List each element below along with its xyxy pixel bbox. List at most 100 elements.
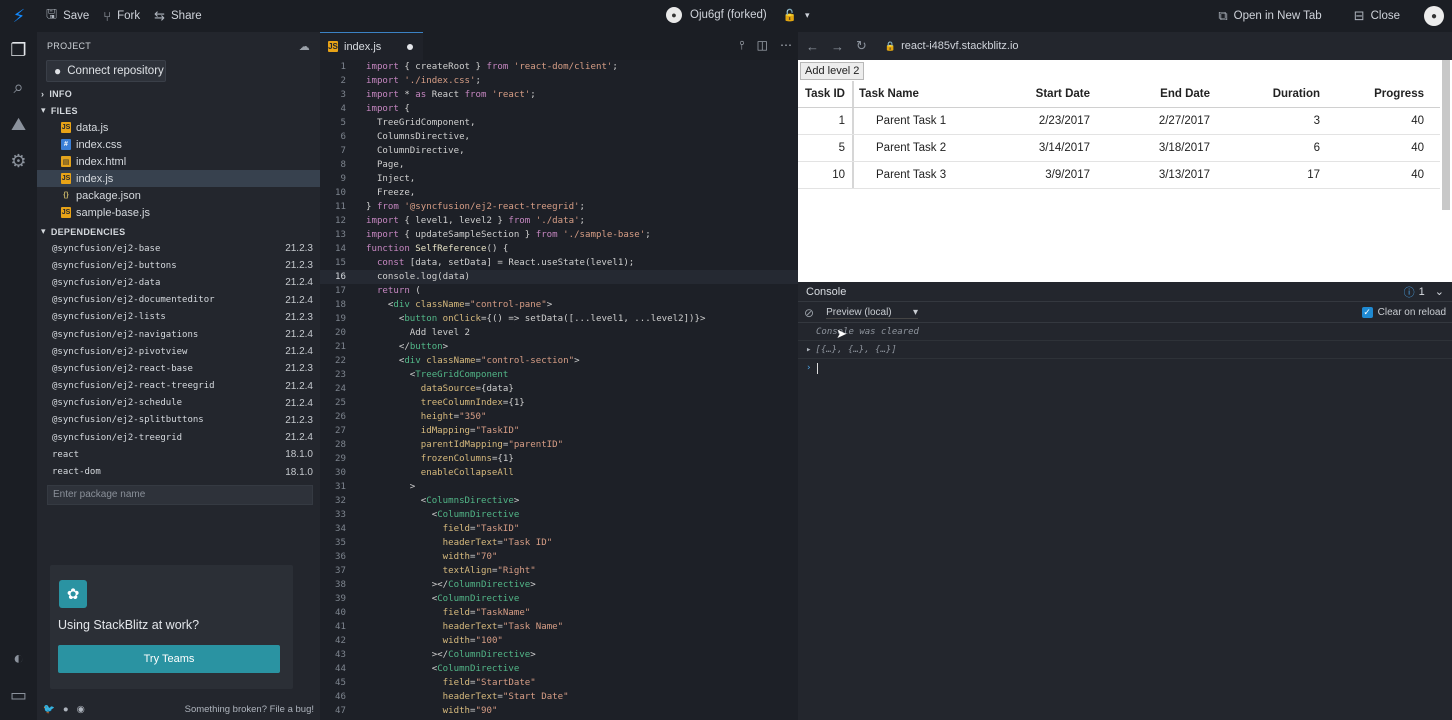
clear-console-icon[interactable]: ⊘ bbox=[804, 306, 814, 320]
code-line[interactable]: 35 headerText="Task ID" bbox=[320, 536, 798, 550]
dependency-item[interactable]: @syncfusion/ej2-pivotview 21.2.4 bbox=[37, 343, 320, 360]
stackblitz-logo-icon[interactable]: ⚡ bbox=[0, 0, 38, 32]
code-line[interactable]: 2 import './index.css'; bbox=[320, 74, 798, 88]
grid-column-header[interactable]: End Date bbox=[1090, 88, 1210, 100]
cloud-sync-icon[interactable]: ☁ bbox=[299, 40, 310, 53]
file-item[interactable]: ▤ index.html bbox=[37, 153, 320, 170]
checkbox-checked-icon[interactable]: ✓ bbox=[1361, 307, 1373, 318]
code-line[interactable]: 21 </button> bbox=[320, 340, 798, 354]
code-line[interactable]: 15 const [data, setData] = React.useStat… bbox=[320, 256, 798, 270]
code-line[interactable]: 18 <div className="control-pane"> bbox=[320, 298, 798, 312]
grid-column-header[interactable]: Task ID bbox=[798, 81, 854, 107]
reload-icon[interactable]: ↻ bbox=[856, 38, 867, 54]
code-line[interactable]: 33 <ColumnDirective bbox=[320, 508, 798, 522]
code-line[interactable]: 14 function SelfReference() { bbox=[320, 242, 798, 256]
file-item[interactable]: JS data.js bbox=[37, 119, 320, 136]
grid-row[interactable]: 1 Parent Task 1 2/23/2017 2/27/2017 3 40 bbox=[798, 108, 1440, 135]
forward-arrow-icon[interactable]: → bbox=[831, 39, 844, 54]
console-source-select[interactable]: Preview (local) ▾ bbox=[826, 307, 919, 319]
grid-column-header[interactable]: Task Name bbox=[854, 88, 1004, 100]
code-line[interactable]: 1 import { createRoot } from 'react-dom/c… bbox=[320, 60, 798, 74]
code-line[interactable]: 36 width="70" bbox=[320, 550, 798, 564]
format-icon[interactable]: ⫯ bbox=[739, 38, 744, 53]
code-line[interactable]: 25 treeColumnIndex={1} bbox=[320, 396, 798, 410]
discord-icon[interactable]: ◉ bbox=[77, 704, 85, 715]
code-line[interactable]: 3 import * as React from 'react'; bbox=[320, 88, 798, 102]
console-log-entry[interactable]: ▸ [{…}, {…}, {…}] bbox=[798, 341, 1452, 359]
code-line[interactable]: 28 parentIdMapping="parentID" bbox=[320, 438, 798, 452]
code-line[interactable]: 41 headerText="Task Name" bbox=[320, 620, 798, 634]
github-icon[interactable]: ● bbox=[63, 704, 69, 715]
dependency-item[interactable]: react 18.1.0 bbox=[37, 446, 320, 463]
connect-repository-button[interactable]: ● Connect repository bbox=[46, 60, 166, 82]
layout-icon[interactable]: ▭ bbox=[0, 677, 37, 714]
clear-on-reload-toggle[interactable]: ✓ Clear on reload bbox=[1361, 307, 1446, 318]
code-line[interactable]: 24 dataSource={data} bbox=[320, 382, 798, 396]
code-line[interactable]: 42 width="100" bbox=[320, 634, 798, 648]
console-title[interactable]: Console bbox=[806, 286, 846, 298]
dependency-item[interactable]: @syncfusion/ej2-data 21.2.4 bbox=[37, 274, 320, 291]
dependency-item[interactable]: @syncfusion/ej2-lists 21.2.3 bbox=[37, 309, 320, 326]
files-icon[interactable]: ❐ bbox=[0, 32, 37, 69]
code-line[interactable]: 34 field="TaskID" bbox=[320, 522, 798, 536]
dependency-item[interactable]: @syncfusion/ej2-splitbuttons 21.2.3 bbox=[37, 412, 320, 429]
share-button[interactable]: ⇆ Share bbox=[154, 8, 202, 24]
code-line[interactable]: 9 Inject, bbox=[320, 172, 798, 186]
project-title[interactable]: ● Oju6gf (forked) 🔓 ▾ bbox=[666, 7, 810, 23]
file-item[interactable]: {} package.json bbox=[37, 187, 320, 204]
close-button[interactable]: ⊟ Close bbox=[1354, 8, 1400, 24]
dependency-item[interactable]: @syncfusion/ej2-buttons 21.2.3 bbox=[37, 257, 320, 274]
code-line[interactable]: 5 TreeGridComponent, bbox=[320, 116, 798, 130]
deploy-icon[interactable]: ⛰ bbox=[0, 106, 37, 143]
unsaved-dot-icon[interactable] bbox=[407, 43, 414, 50]
code-line[interactable]: 13 import { updateSampleSection } from '.… bbox=[320, 228, 798, 242]
grid-row[interactable]: 5 Parent Task 2 3/14/2017 3/18/2017 6 40 bbox=[798, 135, 1440, 162]
settings-gear-icon[interactable]: ⚙ bbox=[0, 143, 37, 180]
grid-column-header[interactable]: Start Date bbox=[1004, 88, 1090, 100]
dependency-item[interactable]: @syncfusion/ej2-schedule 21.2.4 bbox=[37, 395, 320, 412]
files-section-header[interactable]: ▾ FILES bbox=[37, 102, 320, 119]
code-line[interactable]: 37 textAlign="Right" bbox=[320, 564, 798, 578]
code-line[interactable]: 45 field="StartDate" bbox=[320, 676, 798, 690]
code-line[interactable]: 38 ></ColumnDirective> bbox=[320, 578, 798, 592]
twitter-icon[interactable]: 🐦 bbox=[43, 704, 55, 715]
code-line[interactable]: 26 height="350" bbox=[320, 410, 798, 424]
code-line[interactable]: 30 enableCollapseAll bbox=[320, 466, 798, 480]
code-line[interactable]: 16 console.log(data) bbox=[320, 270, 798, 284]
code-line[interactable]: 46 headerText="Start Date" bbox=[320, 690, 798, 704]
code-line[interactable]: 6 ColumnsDirective, bbox=[320, 130, 798, 144]
split-editor-icon[interactable]: ◫ bbox=[757, 38, 768, 53]
dependency-item[interactable]: @syncfusion/ej2-navigations 21.2.4 bbox=[37, 326, 320, 343]
dependency-item[interactable]: @syncfusion/ej2-treegrid 21.2.4 bbox=[37, 429, 320, 446]
code-line[interactable]: 7 ColumnDirective, bbox=[320, 144, 798, 158]
open-new-tab-button[interactable]: ⧉ Open in New Tab bbox=[1218, 8, 1321, 24]
code-line[interactable]: 23 <TreeGridComponent bbox=[320, 368, 798, 382]
fork-button[interactable]: ⑂ Fork bbox=[103, 9, 140, 24]
more-icon[interactable]: ⋯ bbox=[780, 38, 792, 53]
search-icon[interactable]: ⌕ bbox=[0, 69, 37, 106]
dependency-item[interactable]: @syncfusion/ej2-documenteditor 21.2.4 bbox=[37, 292, 320, 309]
back-arrow-icon[interactable]: ← bbox=[806, 39, 819, 54]
dependencies-section-header[interactable]: ▾ DEPENDENCIES bbox=[37, 223, 320, 240]
file-item[interactable]: JS index.js bbox=[37, 170, 320, 187]
code-line[interactable]: 44 <ColumnDirective bbox=[320, 662, 798, 676]
code-line[interactable]: 31 > bbox=[320, 480, 798, 494]
info-section-header[interactable]: › INFO bbox=[37, 85, 320, 102]
dependency-item[interactable]: @syncfusion/ej2-react-treegrid 21.2.4 bbox=[37, 378, 320, 395]
code-line[interactable]: 10 Freeze, bbox=[320, 186, 798, 200]
report-bug-link[interactable]: Something broken? File a bug! bbox=[185, 704, 314, 715]
code-line[interactable]: 40 field="TaskName" bbox=[320, 606, 798, 620]
add-level-2-button[interactable]: Add level 2 bbox=[800, 62, 865, 80]
dependency-item[interactable]: react-dom 18.1.0 bbox=[37, 463, 320, 480]
code-line[interactable]: 19 <button onClick={() => setData([...le… bbox=[320, 312, 798, 326]
code-line[interactable]: 47 width="90" bbox=[320, 704, 798, 718]
grid-column-header[interactable]: Progress bbox=[1320, 88, 1438, 100]
code-line[interactable]: 29 frozenColumns={1} bbox=[320, 452, 798, 466]
save-button[interactable]: 🖫 Save bbox=[46, 5, 89, 27]
theme-toggle-icon[interactable]: ◐ bbox=[0, 640, 37, 677]
code-line[interactable]: 4 import { bbox=[320, 102, 798, 116]
code-line[interactable]: 11} from '@syncfusion/ej2-react-treegrid… bbox=[320, 200, 798, 214]
user-avatar[interactable]: ● bbox=[1424, 6, 1444, 26]
tab-index-js[interactable]: JS index.js bbox=[320, 32, 424, 60]
chevron-down-icon[interactable]: ⌄ bbox=[1435, 285, 1444, 298]
